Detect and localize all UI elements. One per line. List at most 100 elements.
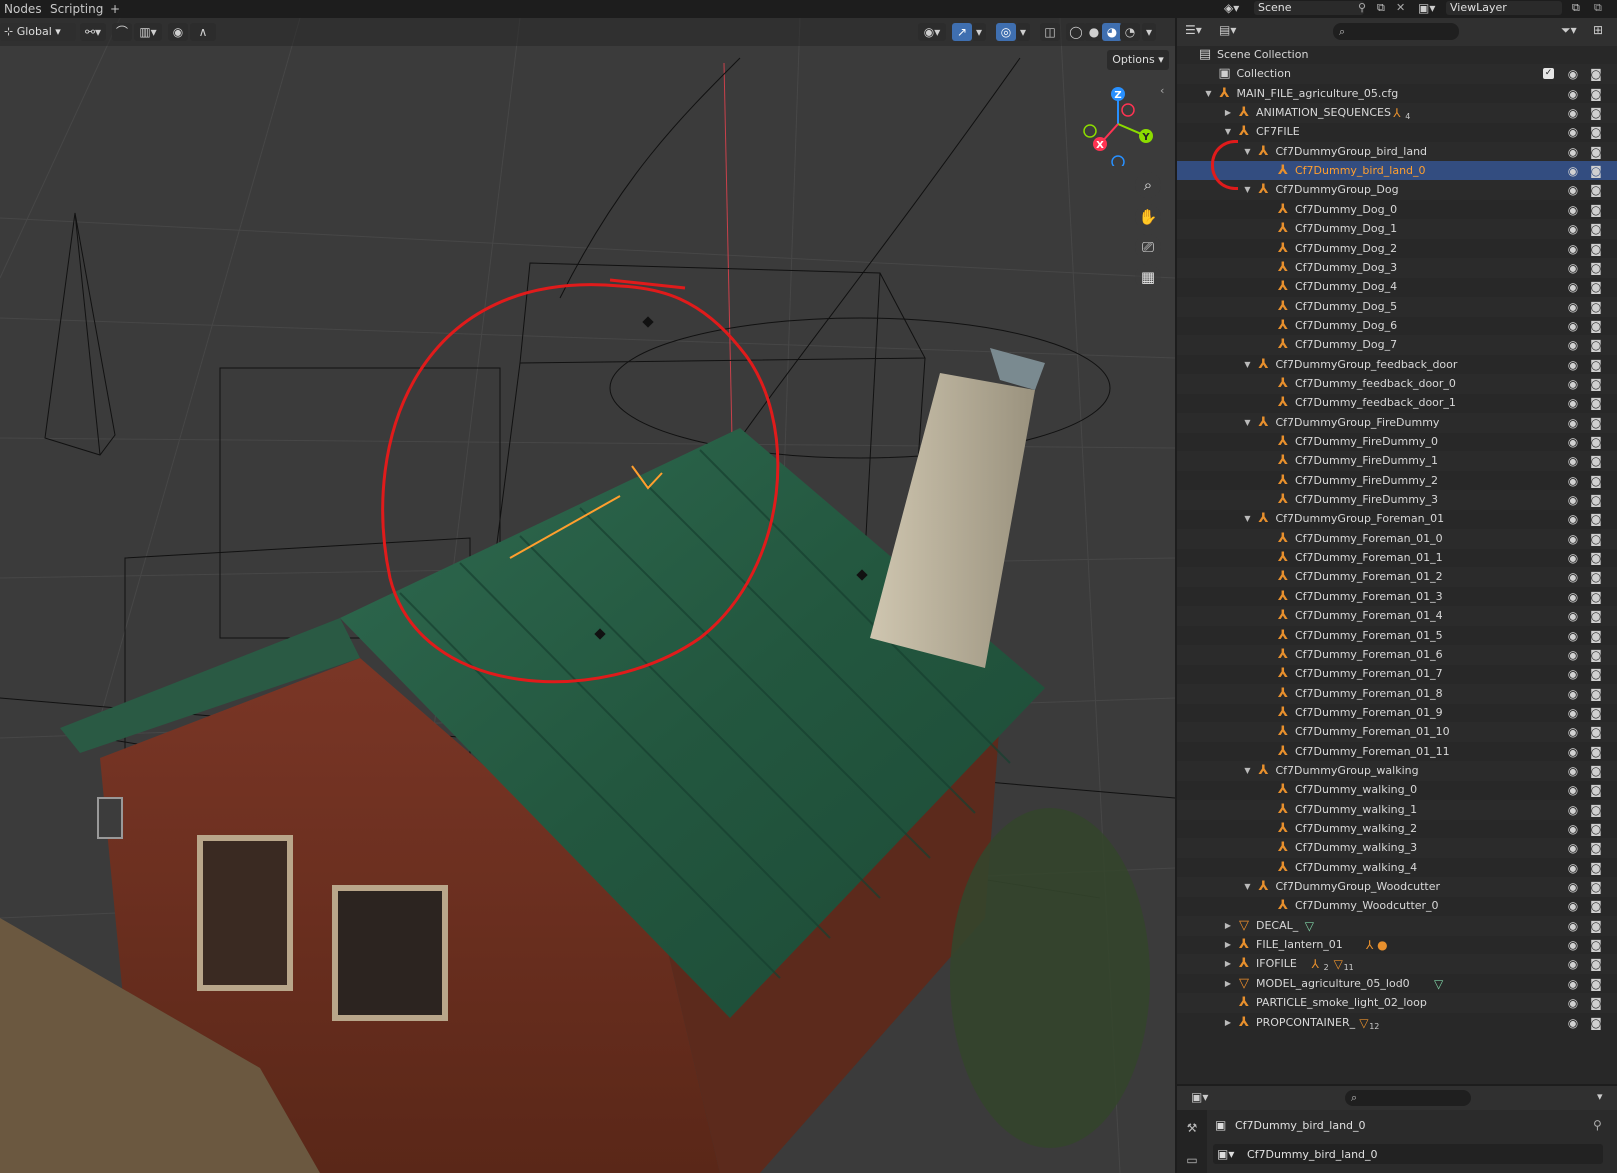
visibility-eye-icon[interactable]: ◉: [1565, 626, 1581, 646]
visibility-eye-icon[interactable]: ◉: [1565, 916, 1581, 936]
visibility-eye-icon[interactable]: ◉: [1565, 974, 1581, 994]
outliner-row[interactable]: ⅄ Cf7Dummy_Foreman_01_5 ◉ ◙: [1177, 626, 1617, 646]
outliner-row[interactable]: ⅄ Cf7Dummy_Foreman_01_3 ◉ ◙: [1177, 587, 1617, 607]
outliner-row[interactable]: ⅄ Cf7Dummy_Foreman_01_7 ◉ ◙: [1177, 664, 1617, 684]
rendered-shading-icon[interactable]: ◔: [1120, 23, 1140, 41]
render-camera-icon[interactable]: ◙: [1588, 1013, 1604, 1033]
visibility-eye-icon[interactable]: ◉: [1565, 122, 1581, 142]
tool-tab-icon[interactable]: ⚒: [1182, 1118, 1202, 1138]
perspective-toggle-icon[interactable]: ▦: [1135, 264, 1161, 290]
disclosure-expanded-icon[interactable]: ▼: [1242, 355, 1254, 375]
outliner-row[interactable]: ⅄ Cf7Dummy_walking_2 ◉ ◙: [1177, 819, 1617, 839]
outliner-row[interactable]: ⅄ Cf7Dummy_Foreman_01_6 ◉ ◙: [1177, 644, 1617, 665]
visibility-eye-icon[interactable]: ◉: [1565, 316, 1581, 336]
disclosure-expanded-icon[interactable]: ▼: [1242, 180, 1254, 200]
outliner-row[interactable]: ⅄ Cf7Dummy_Foreman_01_0 ◉ ◙: [1177, 528, 1617, 549]
visibility-eye-icon[interactable]: ◉: [1565, 180, 1581, 200]
render-camera-icon[interactable]: ◙: [1588, 277, 1604, 297]
visibility-eye-icon[interactable]: ◉: [1565, 239, 1581, 259]
visibility-eye-icon[interactable]: ◉: [1565, 800, 1581, 820]
render-camera-icon[interactable]: ◙: [1588, 800, 1604, 820]
gizmo-toggle-icon[interactable]: ↗: [952, 23, 972, 41]
new-collection-icon[interactable]: ⊞: [1593, 23, 1603, 37]
visibility-eye-icon[interactable]: ◉: [1565, 471, 1581, 491]
visibility-eye-icon[interactable]: ◉: [1565, 297, 1581, 317]
data-block-selector[interactable]: ▣▾ Cf7Dummy_bird_land_0: [1213, 1144, 1603, 1164]
visibility-eye-icon[interactable]: ◉: [1565, 258, 1581, 278]
properties-search-input[interactable]: ⌕: [1345, 1090, 1471, 1106]
visibility-eye-icon[interactable]: ◉: [1565, 548, 1581, 568]
render-camera-icon[interactable]: ◙: [1588, 819, 1604, 839]
workspace-tab-scripting[interactable]: Scripting: [46, 1, 107, 17]
render-camera-icon[interactable]: ◙: [1588, 722, 1604, 742]
render-camera-icon[interactable]: ◙: [1588, 916, 1604, 936]
render-camera-icon[interactable]: ◙: [1588, 200, 1604, 220]
exclude-checkbox[interactable]: ✓: [1543, 68, 1554, 80]
render-camera-icon[interactable]: ◙: [1588, 122, 1604, 142]
visibility-eye-icon[interactable]: ◉: [1565, 896, 1581, 916]
3d-viewport[interactable]: ⊹ Global ▾ ⚯▾ ⌒ ▥▾ ◉ ∧ ◉▾ ↗ ▾ ◎ ▾ ◫ ◯ ● …: [0, 18, 1175, 1173]
render-camera-icon[interactable]: ◙: [1588, 509, 1604, 529]
pan-hand-icon[interactable]: ✋: [1135, 204, 1161, 230]
options-dropdown[interactable]: Options ▾: [1107, 50, 1169, 70]
outliner-row[interactable]: ▼ ⅄ Cf7DummyGroup_bird_land ◉ ◙: [1177, 141, 1617, 162]
outliner-row[interactable]: ▶ ⅄ ANIMATION_SEQUENCES ⅄ 4 ◉ ◙: [1177, 103, 1617, 124]
pivot-point-icon[interactable]: ⚯▾: [80, 23, 106, 41]
editor-type-icon[interactable]: ☰▾: [1185, 23, 1202, 37]
render-camera-icon[interactable]: ◙: [1588, 664, 1604, 684]
add-workspace-button[interactable]: +: [106, 1, 124, 17]
render-camera-icon[interactable]: ◙: [1588, 393, 1604, 413]
outliner-row[interactable]: ⅄ Cf7Dummy_Dog_5 ◉ ◙: [1177, 296, 1617, 317]
visibility-eye-icon[interactable]: ◉: [1565, 742, 1581, 762]
visibility-eye-icon[interactable]: ◉: [1565, 858, 1581, 878]
outliner-row[interactable]: ⅄ Cf7Dummy_Dog_2 ◉ ◙: [1177, 239, 1617, 259]
view-layer-icon[interactable]: ▣▾: [1418, 1, 1435, 15]
render-camera-icon[interactable]: ◙: [1588, 993, 1604, 1013]
visibility-eye-icon[interactable]: ◉: [1565, 761, 1581, 781]
render-tab-icon[interactable]: ▭: [1182, 1150, 1202, 1170]
scene-selector[interactable]: Scene: [1254, 1, 1364, 15]
render-camera-icon[interactable]: ◙: [1588, 703, 1604, 723]
outliner-row[interactable]: ⅄ Cf7Dummy_Foreman_01_4 ◉ ◙: [1177, 606, 1617, 627]
visibility-eye-icon[interactable]: ◉: [1565, 355, 1581, 375]
visibility-eye-icon[interactable]: ◉: [1565, 64, 1581, 84]
visibility-eye-icon[interactable]: ◉: [1565, 413, 1581, 433]
disclosure-collapsed-icon[interactable]: ▶: [1222, 1013, 1234, 1033]
visibility-eye-icon[interactable]: ◉: [1565, 451, 1581, 471]
visibility-eye-icon[interactable]: ◉: [1565, 277, 1581, 297]
render-camera-icon[interactable]: ◙: [1588, 451, 1604, 471]
outliner-row[interactable]: ⅄ Cf7Dummy_Foreman_01_1 ◉ ◙: [1177, 548, 1617, 568]
outliner-row[interactable]: ▶ ⅄ IFOFILE ⅄ 2 ▽ 11 ◉ ◙: [1177, 954, 1617, 975]
disclosure-collapsed-icon[interactable]: ▶: [1222, 974, 1234, 994]
material-preview-shading-icon[interactable]: ◕: [1102, 23, 1122, 41]
sidebar-toggle-icon[interactable]: ‹: [1160, 84, 1164, 97]
render-camera-icon[interactable]: ◙: [1588, 587, 1604, 607]
disclosure-collapsed-icon[interactable]: ▶: [1222, 935, 1234, 955]
disclosure-expanded-icon[interactable]: ▼: [1203, 84, 1215, 104]
render-camera-icon[interactable]: ◙: [1588, 974, 1604, 994]
render-camera-icon[interactable]: ◙: [1588, 877, 1604, 897]
visibility-eye-icon[interactable]: ◉: [1565, 335, 1581, 355]
properties-options-icon[interactable]: ▾: [1597, 1090, 1603, 1103]
snap-target-icon[interactable]: ▥▾: [134, 23, 162, 41]
disclosure-expanded-icon[interactable]: ▼: [1242, 761, 1254, 781]
transform-orientation-dropdown[interactable]: ⊹ Global ▾: [0, 23, 76, 41]
outliner-row[interactable]: ⅄ Cf7Dummy_walking_4 ◉ ◙: [1177, 858, 1617, 878]
disclosure-expanded-icon[interactable]: ▼: [1242, 509, 1254, 529]
outliner-row[interactable]: ⅄ Cf7Dummy_Foreman_01_10 ◉ ◙: [1177, 722, 1617, 743]
visibility-eye-icon[interactable]: ◉: [1565, 567, 1581, 587]
visibility-eye-icon[interactable]: ◉: [1565, 432, 1581, 452]
outliner-row[interactable]: ⅄ Cf7Dummy_Foreman_01_2 ◉ ◙: [1177, 567, 1617, 588]
outliner-row[interactable]: ⅄ Cf7Dummy_walking_3 ◉ ◙: [1177, 838, 1617, 859]
render-camera-icon[interactable]: ◙: [1588, 954, 1604, 974]
render-camera-icon[interactable]: ◙: [1588, 432, 1604, 452]
outliner-row[interactable]: ⅄ Cf7Dummy_Dog_1 ◉ ◙: [1177, 219, 1617, 240]
render-camera-icon[interactable]: ◙: [1588, 490, 1604, 510]
new-scene-icon[interactable]: ⧉: [1377, 1, 1385, 15]
disclosure-collapsed-icon[interactable]: ▶: [1222, 103, 1234, 123]
snap-icon[interactable]: ⌒: [112, 23, 132, 41]
render-camera-icon[interactable]: ◙: [1588, 103, 1604, 123]
render-camera-icon[interactable]: ◙: [1588, 780, 1604, 800]
outliner-row[interactable]: ▶ ▽ DECAL_ ▽ ◉ ◙: [1177, 915, 1617, 936]
render-camera-icon[interactable]: ◙: [1588, 297, 1604, 317]
